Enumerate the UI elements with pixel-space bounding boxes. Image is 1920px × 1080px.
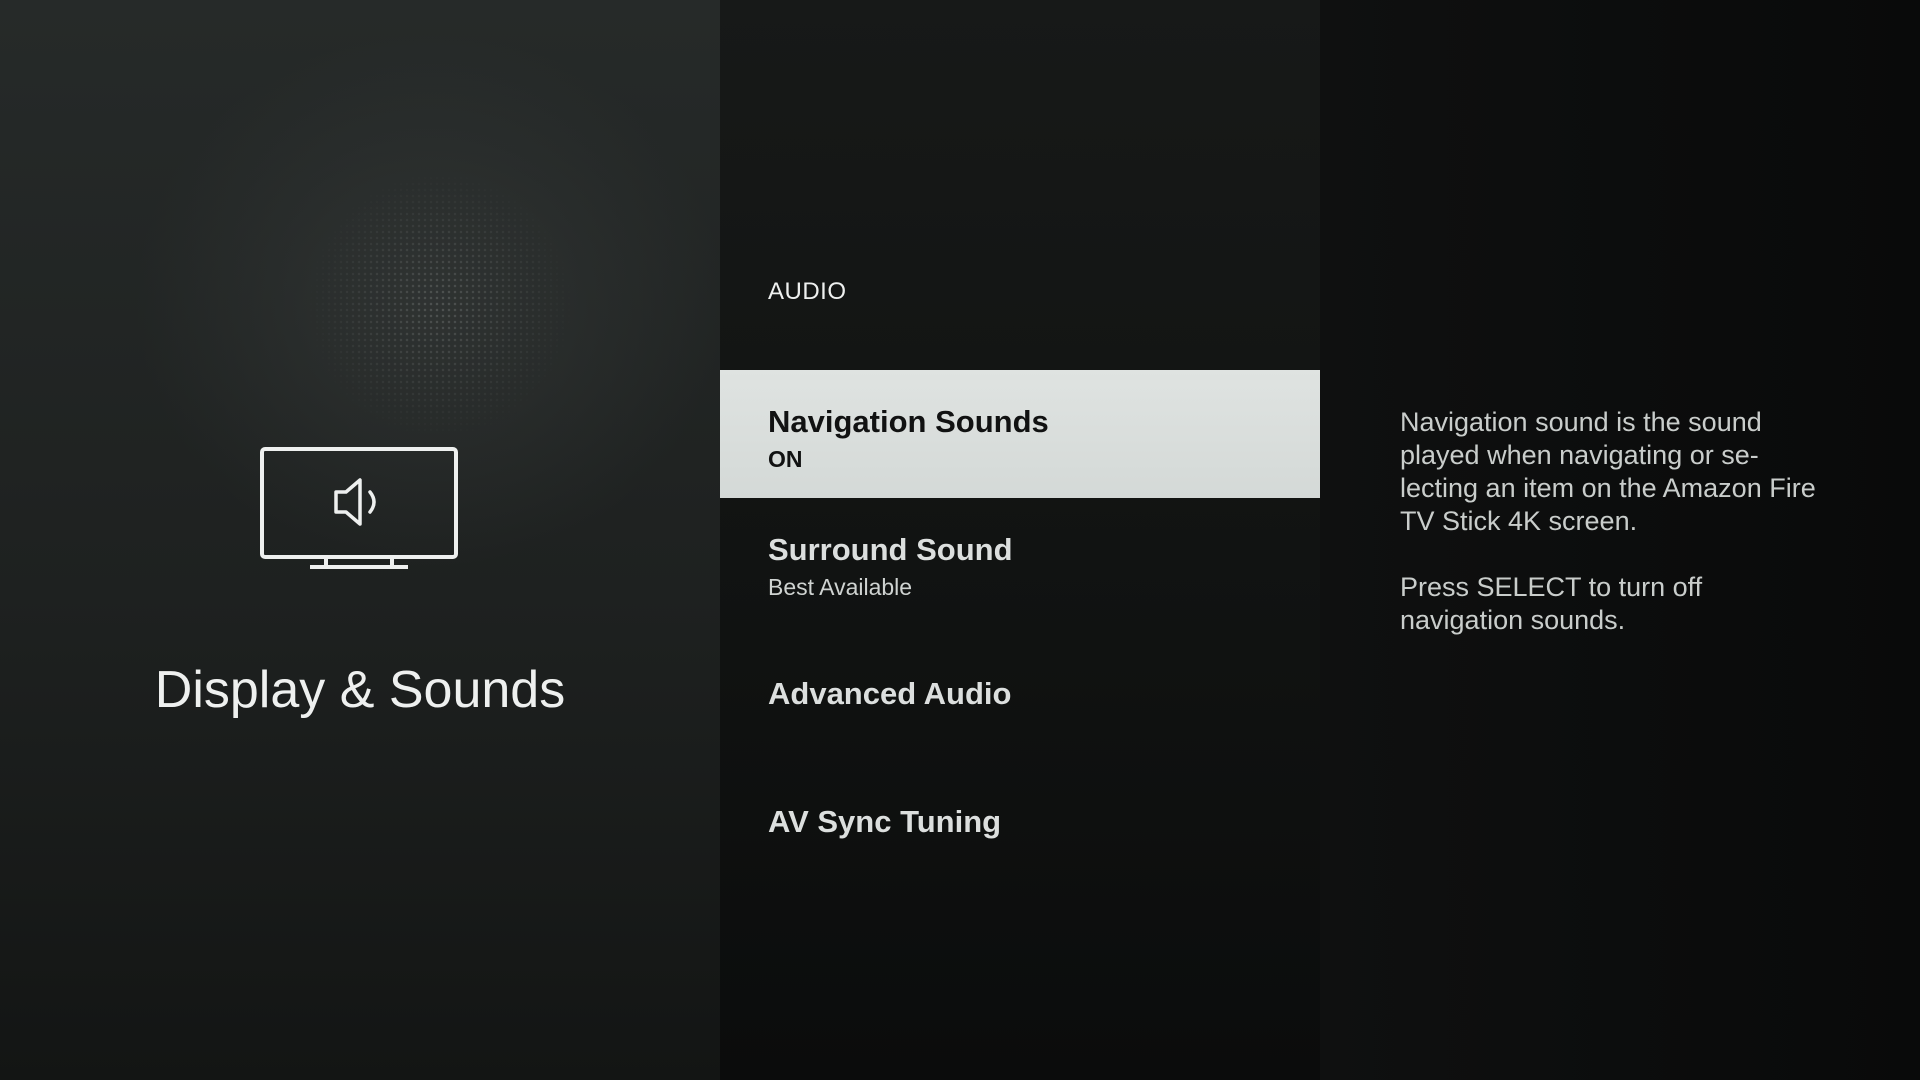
sparkle-decoration [290, 175, 590, 435]
menu-item-title: Surround Sound [768, 532, 1013, 567]
menu-item-title: Advanced Audio [768, 676, 1012, 711]
tv-speaker-icon [258, 446, 462, 574]
settings-screen: Display & Sounds AUDIO Navigation Sounds… [0, 0, 1920, 1080]
menu-item-title: Navigation Sounds [768, 404, 1049, 439]
menu-item-value: Best Available [768, 574, 913, 600]
category-title: Display & Sounds [154, 661, 566, 719]
menu-item-surround-sound[interactable]: Surround Sound Best Available [720, 498, 1320, 626]
menu-item-av-sync-tuning[interactable]: AV Sync Tuning [720, 754, 1320, 882]
menu-item-advanced-audio[interactable]: Advanced Audio [720, 626, 1320, 754]
menu-item-value: ON [768, 446, 803, 472]
item-description: Navigation sound is the sound played whe… [1400, 406, 1820, 670]
description-hint: Press SELECT to turn off navigation soun… [1400, 572, 1703, 635]
menu-item-title: AV Sync Tuning [768, 804, 1002, 839]
menu-item-navigation-sounds[interactable]: Navigation Sounds ON [720, 370, 1320, 498]
description-text: Navigation sound is the sound played whe… [1400, 407, 1816, 536]
category-panel: Display & Sounds [0, 0, 720, 1080]
section-label: AUDIO [768, 278, 847, 305]
